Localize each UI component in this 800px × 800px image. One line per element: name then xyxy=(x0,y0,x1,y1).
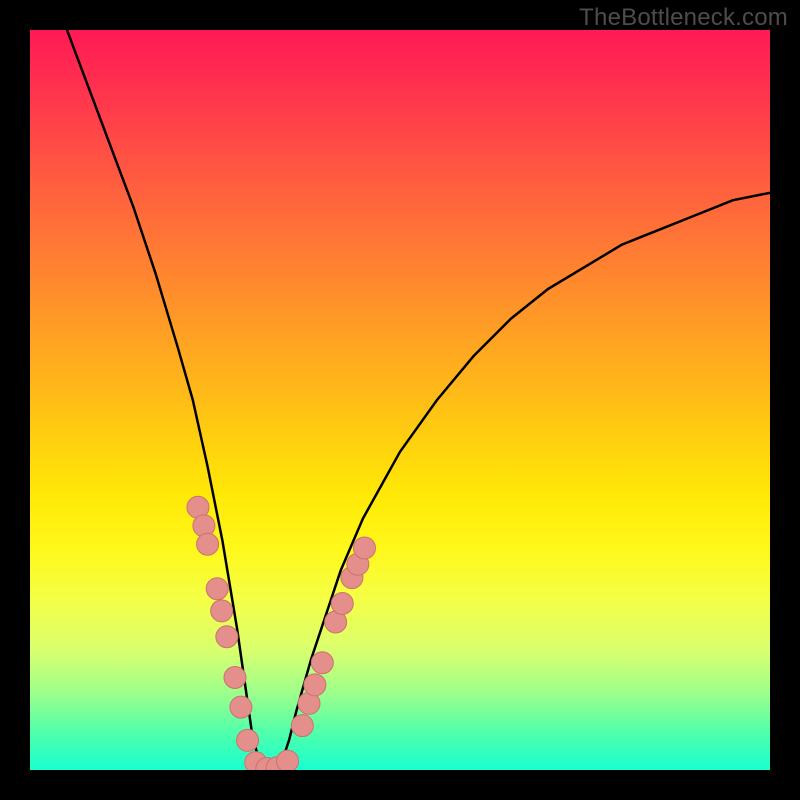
data-marker xyxy=(277,750,299,770)
data-marker xyxy=(291,715,313,737)
data-marker xyxy=(206,578,228,600)
data-marker xyxy=(353,537,375,559)
data-marker xyxy=(311,652,333,674)
data-marker xyxy=(224,667,246,689)
outer-frame: TheBottleneck.com xyxy=(0,0,800,800)
data-marker xyxy=(216,626,238,648)
data-marker xyxy=(237,729,259,751)
plot-area xyxy=(30,30,770,770)
chart-svg xyxy=(30,30,770,770)
data-marker xyxy=(304,674,326,696)
bottleneck-curve xyxy=(67,30,770,770)
watermark-text: TheBottleneck.com xyxy=(579,4,788,32)
data-marker xyxy=(331,593,353,615)
data-marker xyxy=(211,600,233,622)
data-marker xyxy=(197,533,219,555)
data-marker xyxy=(230,696,252,718)
